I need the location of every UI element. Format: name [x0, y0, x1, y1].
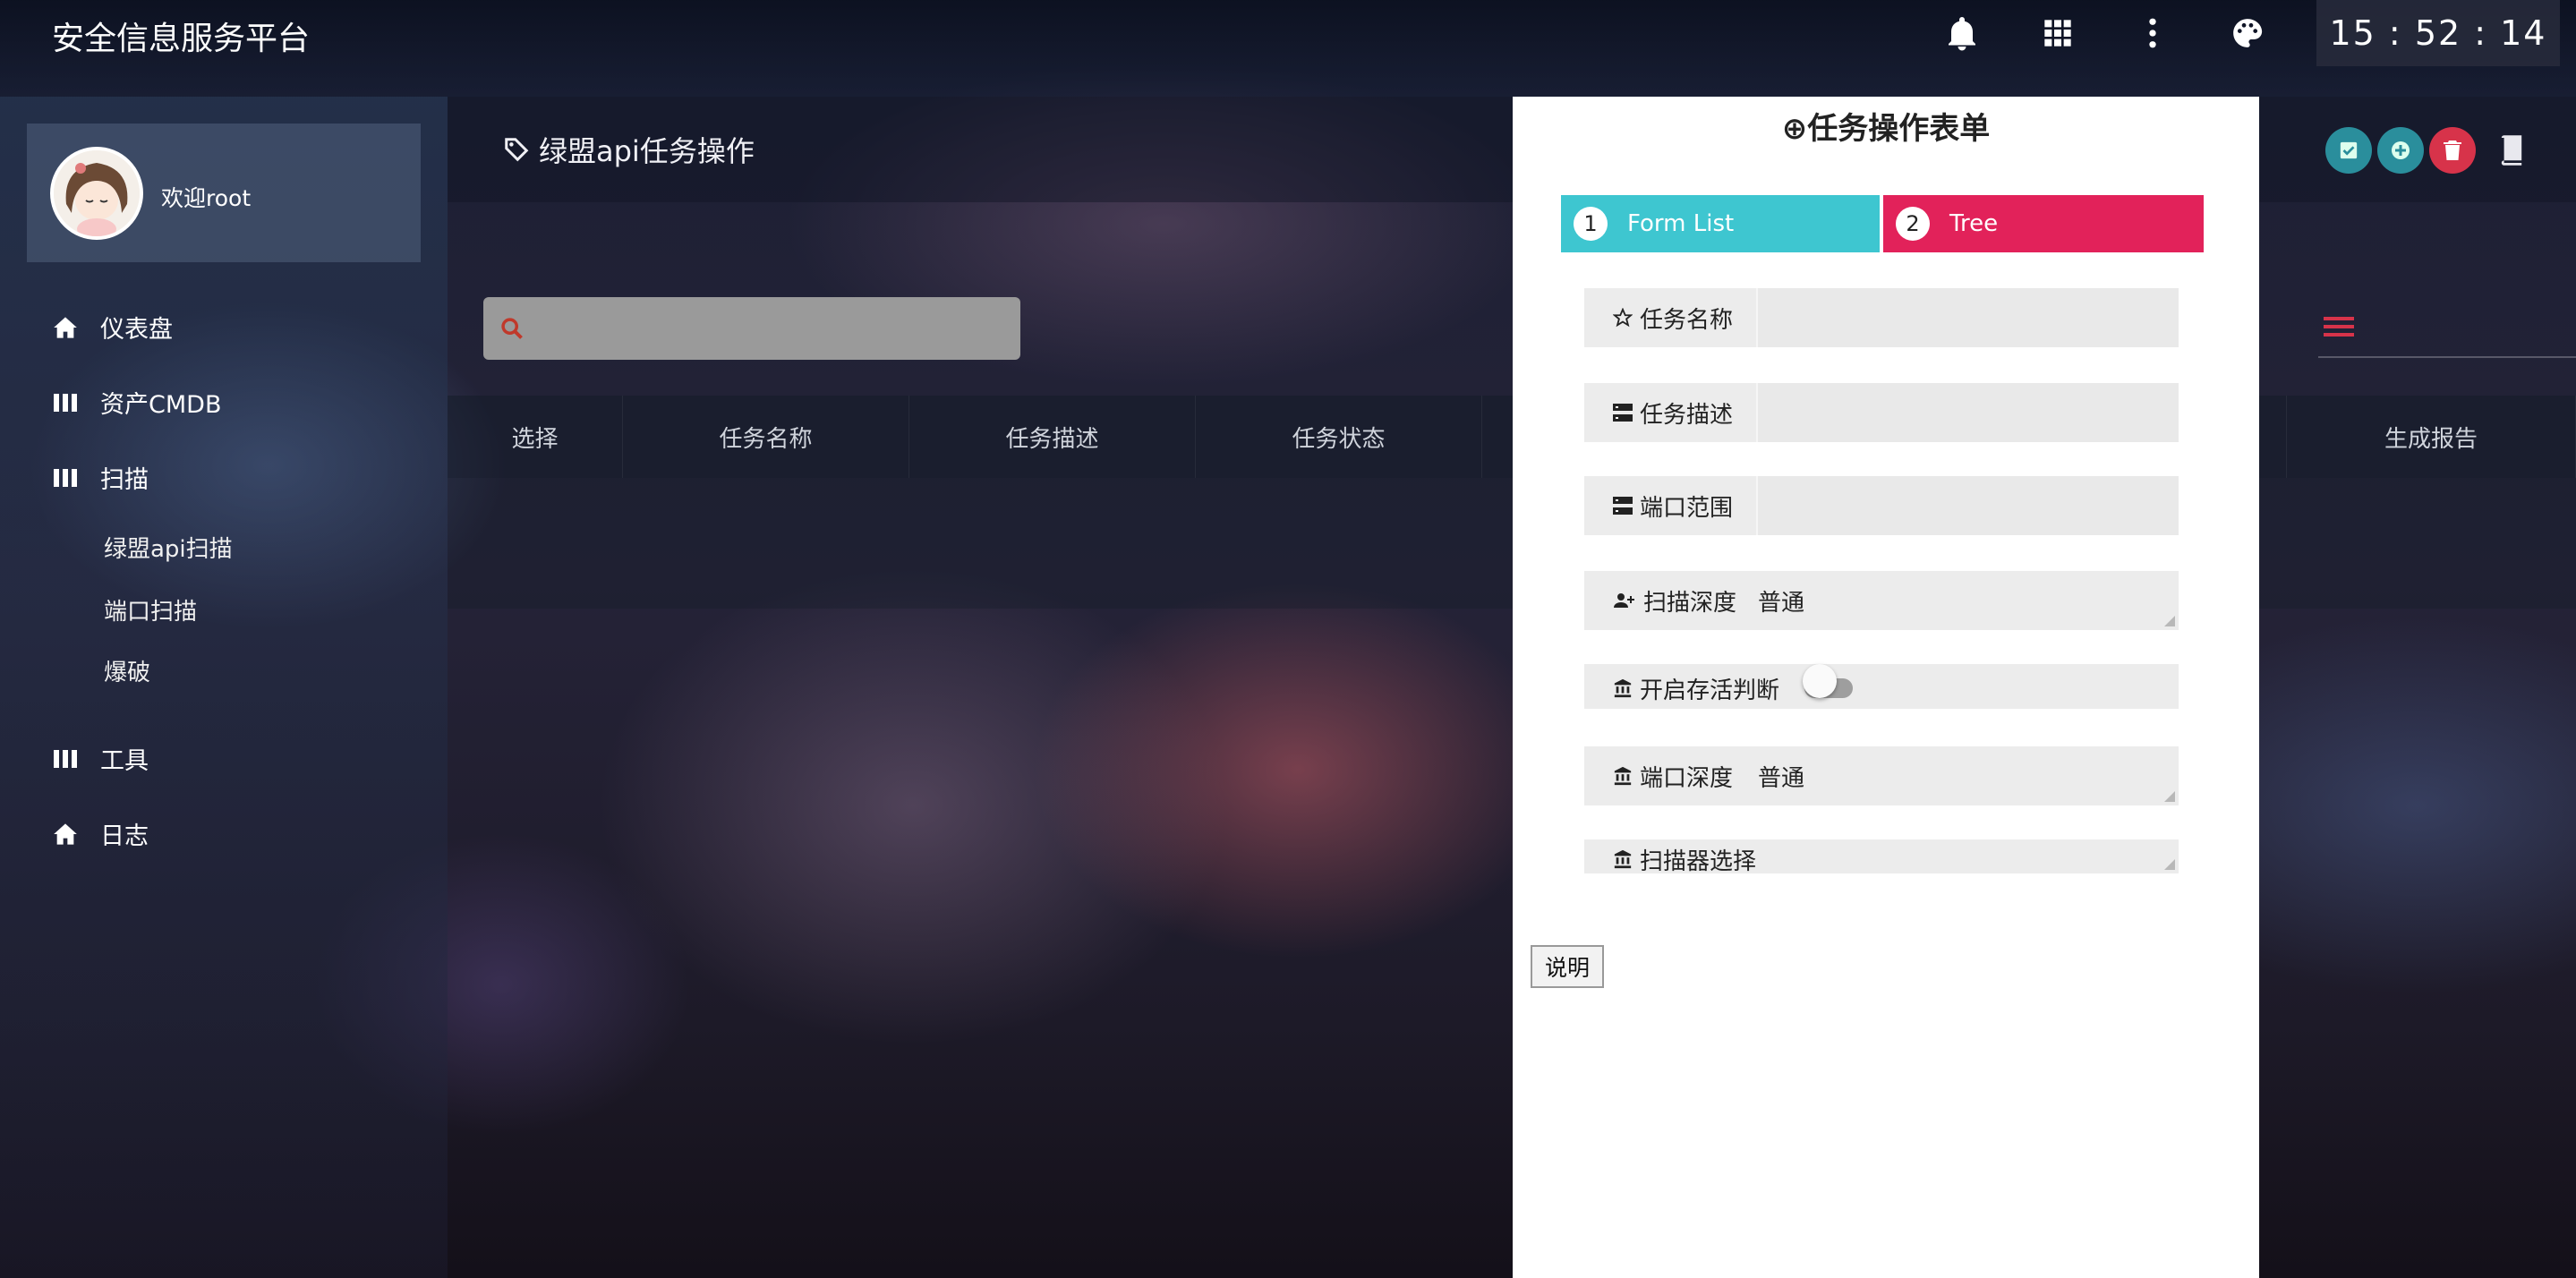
task-name-input[interactable] — [1756, 288, 2179, 347]
task-desc-label: 任务描述 — [1584, 383, 1733, 442]
sidebar-item-label: 资产CMDB — [100, 391, 222, 419]
alive-check-field: 开启存活判断 — [1584, 664, 2179, 709]
book-button[interactable] — [2488, 127, 2535, 174]
search-icon — [501, 318, 523, 339]
search-input[interactable] — [537, 306, 1002, 351]
storage-icon — [1613, 497, 1633, 515]
star-icon — [1613, 308, 1633, 328]
resize-handle — [2164, 791, 2175, 802]
step-number: 2 — [1896, 207, 1930, 241]
column-generate-report[interactable]: 生成报告 — [2286, 396, 2576, 478]
page-title-text: 绿盟api任务操作 — [539, 134, 755, 168]
filter-underline — [2318, 356, 2576, 358]
avatar[interactable] — [50, 147, 143, 240]
palette-icon[interactable] — [2225, 11, 2270, 55]
sidebar: 欢迎root 仪表盘 资产CMDB 扫描 绿盟api扫描 端口扫描 爆破 工具 … — [0, 97, 448, 1278]
plus-circle-icon — [2392, 141, 2410, 159]
home-icon — [50, 822, 81, 846]
task-name-field: 任务名称 — [1584, 288, 2179, 347]
storage-icon — [1613, 404, 1633, 422]
sidebar-item-label: 日志 — [100, 822, 149, 850]
column-select[interactable]: 选择 — [448, 396, 623, 478]
toggle-knob[interactable] — [1803, 664, 1837, 698]
task-desc-field: 任务描述 — [1584, 383, 2179, 442]
bank-icon — [1614, 766, 1632, 786]
port-depth-field[interactable]: 端口深度 普通 — [1584, 746, 2179, 805]
apps-grid-icon[interactable] — [2035, 11, 2080, 55]
column-task-desc[interactable]: 任务描述 — [909, 396, 1196, 478]
step-label: Tree — [1949, 210, 1999, 237]
port-depth-value[interactable]: 普通 — [1758, 746, 1804, 805]
trash-icon — [2444, 141, 2461, 160]
bank-icon — [1614, 849, 1632, 869]
port-range-field: 端口范围 — [1584, 476, 2179, 535]
columns-icon — [50, 393, 81, 412]
step-tree[interactable]: 2 Tree — [1883, 195, 2204, 252]
page-title: 绿盟api任务操作 — [503, 129, 755, 170]
tag-icon — [505, 138, 529, 162]
scan-depth-value[interactable]: 普通 — [1758, 571, 1804, 630]
step-number: 1 — [1574, 207, 1608, 241]
sidebar-item-label: 扫描 — [100, 466, 149, 494]
resize-handle — [2164, 616, 2175, 626]
app-title: 安全信息服务平台 — [52, 21, 311, 57]
port-depth-label: 端口深度 — [1584, 746, 1733, 805]
more-vertical-icon[interactable] — [2130, 11, 2175, 55]
task-form-modal: ⊕任务操作表单 1 Form List 2 Tree 任务名称 任务描述 端口范… — [1513, 97, 2259, 1278]
clock: 15 : 52 : 14 — [2316, 0, 2560, 66]
step-form-list[interactable]: 1 Form List — [1561, 195, 1880, 252]
sidebar-subitem-nsfocus-api-scan[interactable]: 绿盟api扫描 — [104, 531, 233, 564]
step-label: Form List — [1627, 210, 1735, 237]
column-task-name[interactable]: 任务名称 — [623, 396, 909, 478]
sidebar-item-scan[interactable]: 扫描 — [50, 460, 149, 495]
scanner-select-field[interactable]: 扫描器选择 — [1584, 839, 2179, 875]
sidebar-item-cmdb[interactable]: 资产CMDB — [50, 385, 221, 420]
bank-icon — [1614, 678, 1632, 698]
menu-lines-icon[interactable] — [2324, 315, 2354, 342]
check-button[interactable] — [2325, 127, 2372, 174]
sidebar-item-dashboard[interactable]: 仪表盘 — [50, 310, 173, 345]
port-range-label: 端口范围 — [1584, 476, 1733, 535]
scanner-select-label: 扫描器选择 — [1584, 839, 1756, 879]
book-icon — [2501, 135, 2522, 166]
group-add-icon — [1614, 593, 1634, 608]
home-icon — [50, 316, 81, 339]
sidebar-subitem-bruteforce[interactable]: 爆破 — [104, 654, 150, 687]
alive-check-label: 开启存活判断 — [1584, 666, 1779, 711]
scan-depth-label: 扫描深度 — [1584, 571, 1736, 630]
column-task-status[interactable]: 任务状态 — [1196, 396, 1482, 478]
search-bar[interactable] — [483, 297, 1020, 360]
port-range-input[interactable] — [1756, 476, 2179, 535]
resize-handle — [2164, 859, 2175, 870]
user-card: 欢迎root — [27, 124, 421, 262]
check-box-icon — [2340, 141, 2358, 159]
task-name-label: 任务名称 — [1584, 288, 1733, 347]
task-desc-input[interactable] — [1756, 383, 2179, 442]
scan-depth-field[interactable]: 扫描深度 普通 — [1584, 571, 2179, 630]
modal-title: ⊕任务操作表单 — [1781, 111, 1991, 147]
help-button[interactable]: 说明 — [1531, 945, 1605, 988]
sidebar-subitem-port-scan[interactable]: 端口扫描 — [104, 593, 197, 626]
columns-icon — [50, 749, 81, 768]
sidebar-item-logs[interactable]: 日志 — [50, 816, 149, 851]
top-bar: 安全信息服务平台 15 : 52 : 14 — [0, 0, 2576, 97]
add-task-button[interactable] — [2377, 127, 2424, 174]
bell-icon[interactable] — [1940, 11, 1984, 55]
delete-button[interactable] — [2429, 127, 2476, 174]
welcome-text: 欢迎root — [161, 185, 252, 211]
sidebar-item-label: 仪表盘 — [100, 316, 173, 344]
sidebar-item-label: 工具 — [100, 747, 149, 775]
columns-icon — [50, 468, 81, 487]
sidebar-item-tools[interactable]: 工具 — [50, 741, 149, 776]
